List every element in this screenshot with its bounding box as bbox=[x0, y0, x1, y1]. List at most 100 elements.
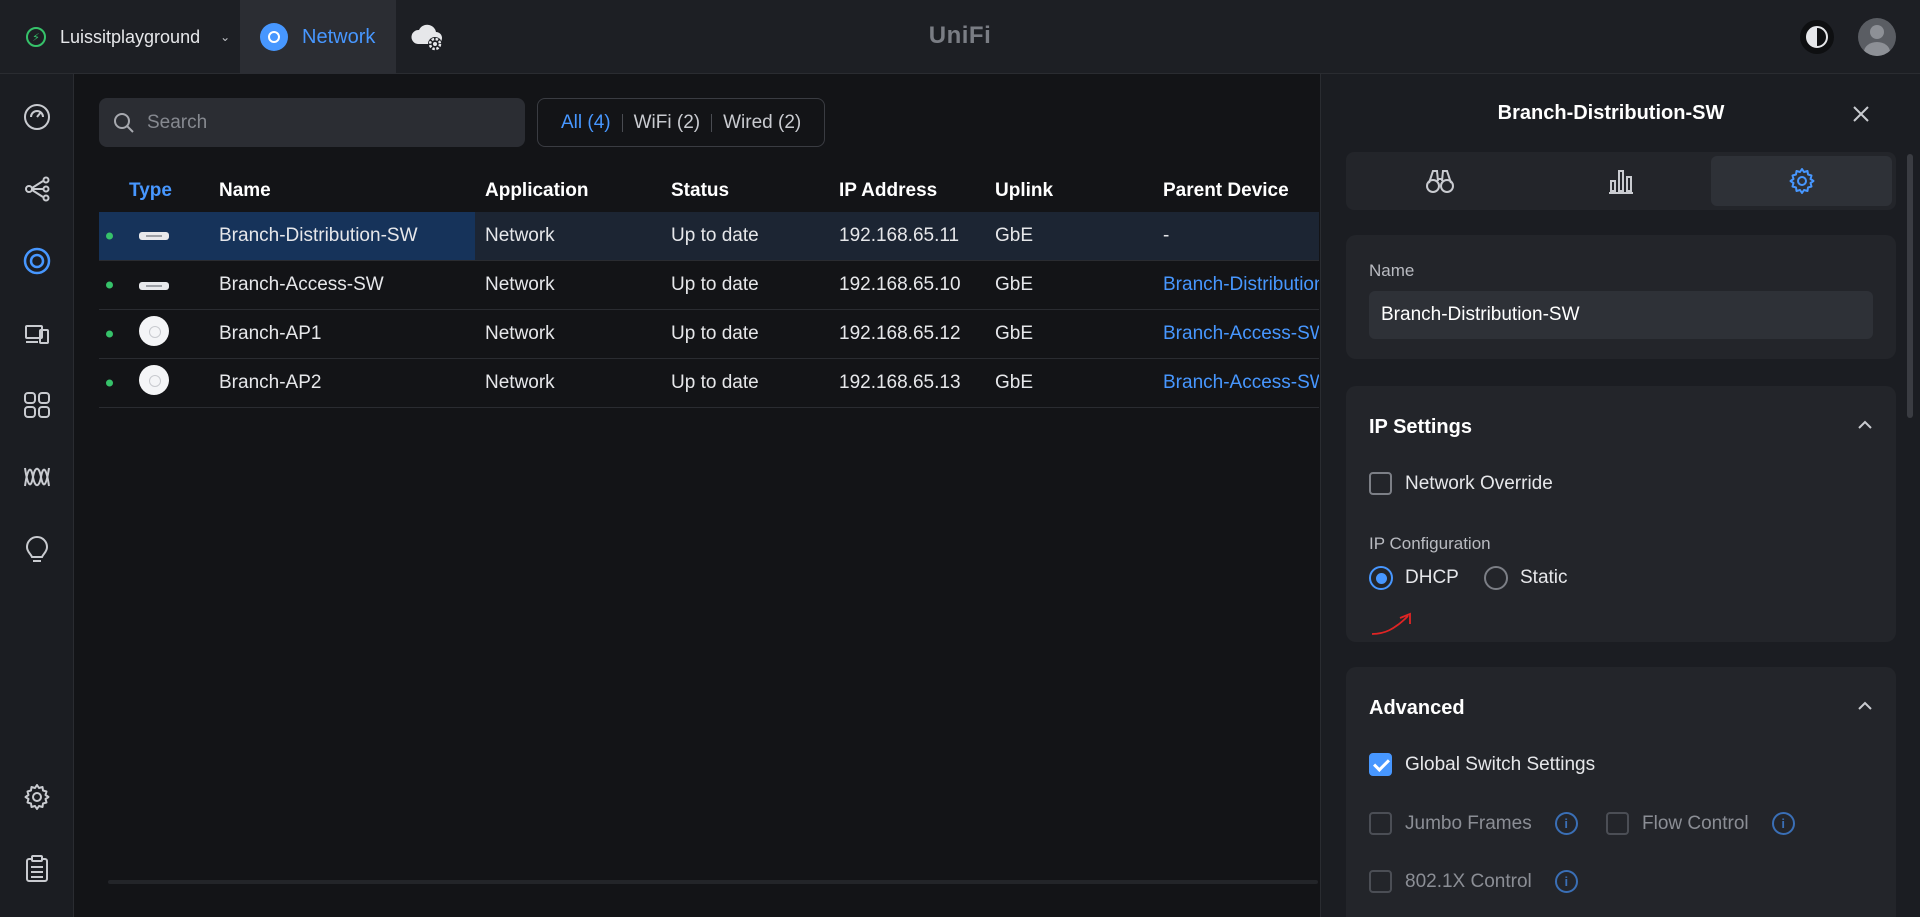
close-icon[interactable] bbox=[1847, 100, 1875, 128]
device-status: Up to date bbox=[671, 274, 759, 295]
table-header: Type Name Application Status IP Address … bbox=[99, 170, 1319, 212]
insights-icon[interactable] bbox=[20, 460, 54, 494]
device-application: Network bbox=[485, 274, 555, 295]
static-radio[interactable]: Static bbox=[1484, 566, 1568, 590]
ports-icon[interactable] bbox=[20, 388, 54, 422]
type-cell bbox=[99, 316, 219, 352]
annotation-arrow-icon bbox=[1371, 612, 1411, 635]
checkbox-box bbox=[1369, 812, 1392, 835]
column-header-application[interactable]: Application bbox=[475, 180, 661, 202]
device-parent-link[interactable]: Branch-Access-SW bbox=[1153, 323, 1319, 345]
search-input[interactable] bbox=[147, 111, 507, 134]
table-row[interactable]: Branch-Access-SW Network Up to date 192.… bbox=[99, 261, 1319, 310]
filter-wifi[interactable]: WiFi (2) bbox=[623, 112, 711, 134]
settings-icon[interactable] bbox=[20, 780, 54, 814]
device-name-field[interactable] bbox=[1369, 291, 1873, 339]
ip-configuration-label: IP Configuration bbox=[1369, 534, 1491, 553]
filter-all[interactable]: All (4) bbox=[550, 112, 622, 134]
table-row[interactable]: Branch-Distribution-SW Network Up to dat… bbox=[99, 212, 1319, 261]
filter-wired[interactable]: Wired (2) bbox=[712, 112, 812, 134]
devices-icon[interactable] bbox=[20, 244, 54, 278]
type-cell bbox=[99, 212, 219, 260]
jumbo-frames-checkbox[interactable]: Jumbo Frames i bbox=[1369, 812, 1578, 835]
access-point-icon bbox=[139, 316, 169, 346]
advanced-title: Advanced bbox=[1369, 697, 1465, 719]
avatar[interactable] bbox=[1858, 18, 1896, 56]
vertical-scrollbar[interactable] bbox=[1907, 154, 1913, 418]
top-bar: ⚡ Luissitplayground ⌄ Network UniFi bbox=[0, 0, 1920, 74]
column-header-parent[interactable]: Parent Device bbox=[1153, 180, 1319, 202]
info-icon[interactable]: i bbox=[1771, 812, 1795, 835]
bolt-icon: ⚡ bbox=[26, 27, 46, 47]
device-ip: 192.168.65.12 bbox=[839, 323, 961, 344]
tab-overview[interactable] bbox=[1350, 156, 1531, 206]
table-row[interactable]: Branch-AP1 Network Up to date 192.168.65… bbox=[99, 310, 1319, 359]
device-status: Up to date bbox=[671, 323, 759, 344]
switch-device-icon bbox=[139, 232, 169, 240]
online-status-dot bbox=[106, 232, 113, 240]
dashboard-icon[interactable] bbox=[20, 100, 54, 134]
checkbox-box bbox=[1369, 472, 1392, 495]
radio-circle bbox=[1484, 566, 1508, 590]
type-cell bbox=[99, 365, 219, 401]
column-header-uplink[interactable]: Uplink bbox=[985, 180, 1153, 202]
info-icon[interactable]: i bbox=[1554, 870, 1578, 893]
type-cell bbox=[99, 274, 219, 296]
dhcp-radio[interactable]: DHCP bbox=[1369, 566, 1459, 590]
online-status-dot bbox=[106, 281, 113, 289]
chevron-up-icon[interactable] bbox=[1856, 416, 1874, 434]
logs-icon[interactable] bbox=[20, 852, 54, 886]
column-header-status[interactable]: Status bbox=[661, 180, 829, 202]
alarm-icon[interactable] bbox=[20, 532, 54, 566]
radio-circle bbox=[1369, 566, 1393, 590]
tab-settings[interactable] bbox=[1711, 156, 1893, 206]
search-box bbox=[99, 98, 525, 147]
table-row[interactable]: Branch-AP2 Network Up to date 192.168.65… bbox=[99, 359, 1319, 408]
site-switcher[interactable]: ⚡ Luissitplayground ⌄ bbox=[0, 0, 240, 74]
device-filter: All (4) WiFi (2) Wired (2) bbox=[537, 98, 826, 147]
sidebar bbox=[0, 74, 74, 917]
checkbox-box bbox=[1369, 753, 1392, 776]
tab-statistics[interactable] bbox=[1531, 156, 1712, 206]
device-application: Network bbox=[485, 372, 555, 393]
chevron-down-icon: ⌄ bbox=[220, 30, 231, 44]
device-ip: 192.168.65.11 bbox=[839, 225, 960, 246]
clients-icon[interactable] bbox=[20, 316, 54, 350]
app-tab-network[interactable]: Network bbox=[240, 0, 396, 74]
device-parent-link[interactable]: Branch-Distribution bbox=[1153, 274, 1319, 296]
column-header-ip[interactable]: IP Address bbox=[829, 180, 985, 202]
flow-control-checkbox[interactable]: Flow Control i bbox=[1606, 812, 1795, 835]
horizontal-scrollbar[interactable] bbox=[108, 880, 1318, 884]
column-header-name[interactable]: Name bbox=[219, 180, 475, 202]
switch-device-icon bbox=[139, 282, 169, 290]
site-name: Luissitplayground bbox=[60, 26, 201, 47]
column-header-type[interactable]: Type bbox=[99, 180, 219, 202]
dot1x-control-checkbox[interactable]: 802.1X Control i bbox=[1369, 870, 1578, 893]
gear-icon bbox=[1789, 168, 1815, 194]
access-point-icon bbox=[139, 365, 169, 395]
device-name: Branch-AP1 bbox=[219, 323, 322, 344]
checkbox-box bbox=[1606, 812, 1629, 835]
cloud-settings-icon[interactable] bbox=[410, 20, 446, 54]
chevron-up-icon[interactable] bbox=[1856, 697, 1874, 715]
theme-toggle-icon[interactable] bbox=[1800, 20, 1834, 54]
static-label: Static bbox=[1520, 567, 1568, 588]
device-ip: 192.168.65.10 bbox=[839, 274, 961, 295]
ip-settings-card: IP Settings Network Override IP Configur… bbox=[1346, 386, 1896, 642]
device-ip: 192.168.65.13 bbox=[839, 372, 961, 393]
info-icon[interactable]: i bbox=[1554, 812, 1578, 835]
device-name: Branch-Distribution-SW bbox=[219, 212, 475, 260]
network-override-checkbox[interactable]: Network Override bbox=[1369, 472, 1553, 495]
dot1x-control-label: 802.1X Control bbox=[1405, 870, 1532, 892]
device-parent-link[interactable]: Branch-Access-SW bbox=[1153, 372, 1319, 394]
topology-icon[interactable] bbox=[20, 172, 54, 206]
panel-tabs bbox=[1346, 152, 1896, 210]
device-name: Branch-AP2 bbox=[219, 372, 322, 393]
device-application: Network bbox=[485, 323, 555, 344]
global-switch-settings-checkbox[interactable]: Global Switch Settings bbox=[1369, 753, 1595, 776]
device-detail-panel: Branch-Distribution-SW Name IP Settings … bbox=[1320, 74, 1920, 917]
device-status: Up to date bbox=[671, 225, 759, 246]
app-tab-label: Network bbox=[302, 25, 376, 48]
device-status: Up to date bbox=[671, 372, 759, 393]
global-switch-label: Global Switch Settings bbox=[1405, 753, 1596, 775]
